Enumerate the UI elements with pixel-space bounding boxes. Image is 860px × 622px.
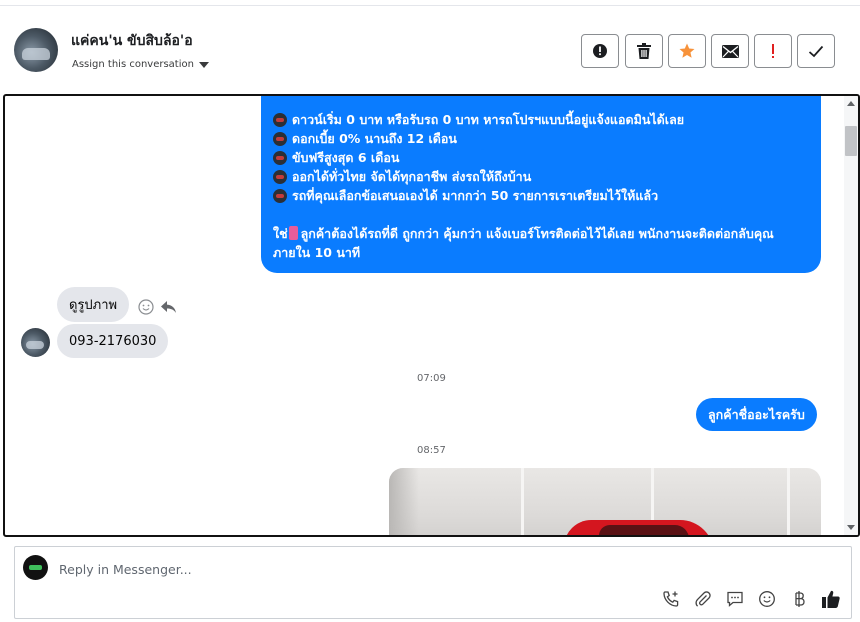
promo-line: ดอกเบี้ย 0% นานถึง 12 เดือน <box>273 129 809 148</box>
delete-button[interactable] <box>625 34 663 68</box>
reply-input[interactable] <box>59 559 659 579</box>
baht-icon[interactable] <box>789 589 809 609</box>
important-button[interactable] <box>754 34 792 68</box>
promo-line: ดาวน์เริ่ม 0 บาท หรือรับรถ 0 บาท หารถโปร… <box>273 110 809 129</box>
contact-name[interactable]: แค่คน'น ขับสิบล้อ'อ <box>71 30 193 52</box>
incoming-message[interactable]: 093-2176030 <box>57 324 169 358</box>
scrollbar[interactable] <box>844 96 858 535</box>
car-emoji-icon <box>273 131 287 146</box>
scroll-down-arrow-icon[interactable] <box>847 525 855 530</box>
caret-down-icon <box>198 62 209 68</box>
spam-button[interactable] <box>581 34 619 68</box>
car-emoji-icon <box>273 112 287 127</box>
promo-closing: ใช่ ลูกค้าต้องได้รถที่ดี ถูกกว่า คุ้มกว่า… <box>273 224 809 262</box>
emoji-icon[interactable] <box>757 589 777 609</box>
call-plus-icon[interactable] <box>661 589 681 609</box>
smile-react-icon[interactable] <box>138 299 154 315</box>
envelope-icon <box>721 44 739 58</box>
assign-conversation-dropdown[interactable]: Assign this conversation <box>72 59 209 70</box>
contact-avatar[interactable] <box>14 28 58 72</box>
thumbs-up-icon[interactable] <box>821 589 841 609</box>
outgoing-message[interactable]: ลูกค้าชื่ออะไรครับ <box>696 398 817 431</box>
timestamp: 07:09 <box>417 373 446 384</box>
incoming-message[interactable]: ดูรูปภาพ <box>57 287 130 322</box>
contact-avatar-small[interactable] <box>21 328 50 357</box>
composer-toolbar <box>661 589 841 609</box>
assign-label: Assign this conversation <box>72 59 194 70</box>
car-emoji-icon <box>273 150 287 165</box>
done-button[interactable] <box>797 34 835 68</box>
alert-circle-icon <box>593 44 607 58</box>
promo-line: ขับฟรีสูงสุด 6 เดือน <box>273 148 809 167</box>
promo-closing-prefix: ใช่ <box>273 226 288 241</box>
promo-closing-text: ลูกค้าต้องได้รถที่ดี ถูกกว่า คุ้มกว่า แจ… <box>273 226 774 260</box>
car-emoji-icon <box>273 188 287 203</box>
scroll-up-arrow-icon[interactable] <box>847 101 855 106</box>
reply-arrow-icon[interactable] <box>160 300 177 314</box>
promo-line: รถที่คุณเลือกข้อเสนอเองได้ มากกว่า 50 รา… <box>273 186 809 205</box>
pink-heart-emoji-icon <box>288 226 298 240</box>
check-icon <box>808 45 824 57</box>
conversation-header: แค่คน'น ขับสิบล้อ'อ Assign this conversa… <box>0 6 860 94</box>
scrollbar-thumb[interactable] <box>845 126 857 156</box>
car-emoji-icon <box>273 169 287 184</box>
trash-icon <box>637 43 651 59</box>
message-thread[interactable]: ดาวน์เริ่ม 0 บาท หรือรับรถ 0 บาท หารถโปร… <box>3 94 860 537</box>
outgoing-promo-message[interactable]: ดาวน์เริ่ม 0 บาท หรือรับรถ 0 บาท หารถโปร… <box>261 96 821 273</box>
timestamp: 08:57 <box>417 445 446 456</box>
star-button[interactable] <box>668 34 706 68</box>
outgoing-photo-attachment[interactable] <box>389 468 821 535</box>
star-icon <box>679 43 695 58</box>
saved-reply-icon[interactable] <box>725 589 745 609</box>
email-button[interactable] <box>711 34 749 68</box>
exclamation-icon <box>772 44 774 58</box>
promo-line: ออกได้ทั่วไทย จัดได้ทุกอาชีพ ส่งรถให้ถึง… <box>273 167 809 186</box>
page-avatar <box>23 555 48 580</box>
message-actions <box>138 299 177 315</box>
reply-composer <box>14 546 852 619</box>
paperclip-icon[interactable] <box>693 589 713 609</box>
